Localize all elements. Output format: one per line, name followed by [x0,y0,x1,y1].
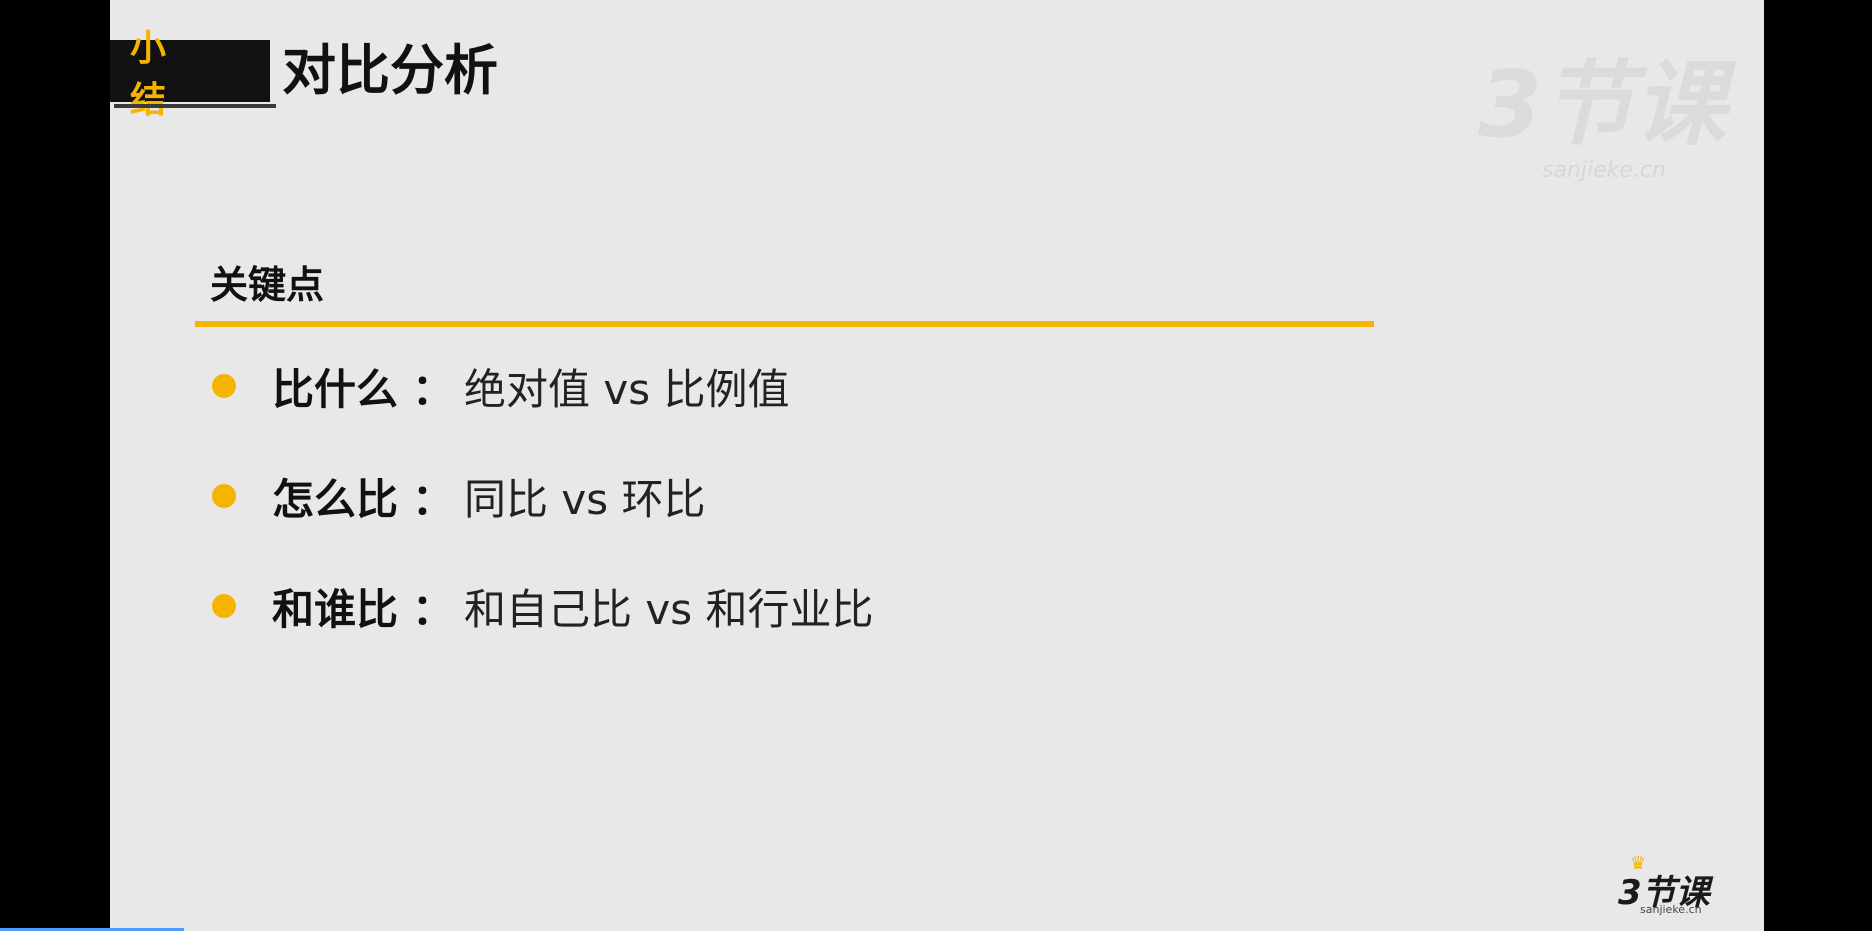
list-item: 和谁比 ： 和自己比 vs 和行业比 [212,578,873,634]
bullet-value: 同比 vs 环比 [464,474,706,524]
watermark-logo: 3节课 sanjieke.cn [1458,40,1728,200]
bullet-dot-icon [212,594,236,618]
corner-logo: ♛ 3节课 sanjieke.cn [1618,853,1728,919]
bullet-value: 绝对值 vs 比例值 [464,364,790,414]
key-points-list: 比什么 ： 绝对值 vs 比例值 怎么比 ： 同比 vs 环比 和谁比 ： 和自… [212,358,873,688]
bullet-colon: ： [412,474,455,524]
bullet-value: 和自己比 vs 和行业比 [464,584,874,634]
list-item: 怎么比 ： 同比 vs 环比 [212,468,873,524]
watermark-text: 3节课 [1478,51,1727,158]
section-label: 关键点 [210,263,325,307]
bullet-colon: ： [412,584,455,634]
corner-logo-url: sanjieke.cn [1640,903,1702,916]
bullet-key: 比什么 [272,364,399,414]
bullet-key: 和谁比 [272,584,399,634]
section-divider [195,321,1374,327]
bullet-dot-icon [212,484,236,508]
summary-tag: 小 结 [110,28,270,121]
bullet-dot-icon [212,374,236,398]
summary-tag-shadow [114,104,276,108]
page-title: 对比分析 [282,39,498,102]
slide: 小 结 对比分析 3节课 sanjieke.cn 关键点 比什么 ： 绝对值 v… [110,0,1764,931]
video-frame: 小 结 对比分析 3节课 sanjieke.cn 关键点 比什么 ： 绝对值 v… [0,0,1872,931]
watermark-url: sanjieke.cn [1542,158,1666,183]
bullet-colon: ： [412,364,455,414]
bullet-key: 怎么比 [272,474,399,524]
list-item: 比什么 ： 绝对值 vs 比例值 [212,358,873,414]
